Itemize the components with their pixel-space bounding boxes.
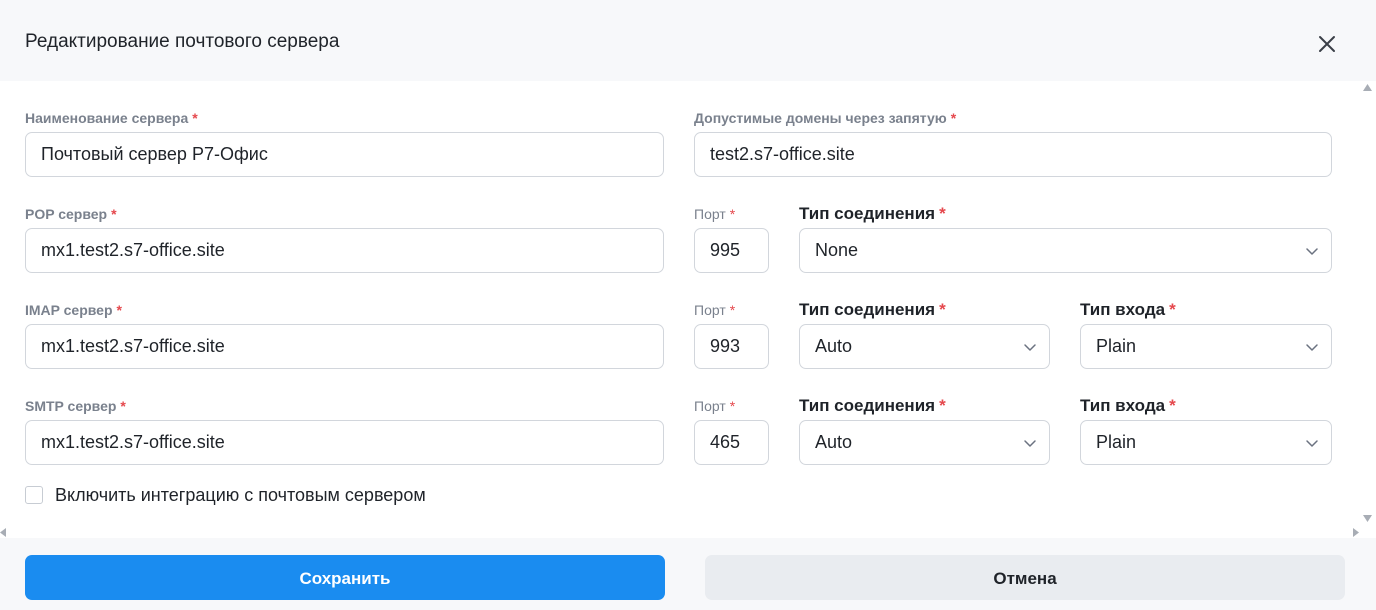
imap-connection-label: Тип соединения * <box>799 300 946 319</box>
scroll-down-icon[interactable] <box>1363 515 1372 522</box>
dialog-header: Редактирование почтового сервера <box>0 0 1376 81</box>
smtp-connection-value: Auto <box>815 432 853 452</box>
smtp-port-input[interactable]: 465 <box>694 420 769 465</box>
pop-port-label: Порт * <box>694 206 736 222</box>
chevron-down-icon <box>1306 248 1318 255</box>
dialog-title: Редактирование почтового сервера <box>25 31 340 52</box>
integration-toggle[interactable]: Включить интеграцию с почтовым сервером <box>25 484 426 506</box>
integration-label: Включить интеграцию с почтовым сервером <box>55 484 426 505</box>
scroll-up-icon[interactable] <box>1363 84 1372 91</box>
pop-server-label: POP сервер * <box>25 206 117 222</box>
scroll-right-icon[interactable] <box>1353 528 1359 537</box>
imap-login-value: Plain <box>1096 336 1137 356</box>
imap-server-input[interactable]: mx1.test2.s7-office.site <box>25 324 664 369</box>
domains-label: Допустимые домены через запятую * <box>694 110 957 126</box>
server-name-input[interactable]: Почтовый сервер Р7-Офис <box>25 132 664 177</box>
chevron-down-icon <box>1306 344 1318 351</box>
imap-server-label: IMAP сервер * <box>25 302 122 318</box>
server-name-label: Наименование сервера * <box>25 110 198 126</box>
smtp-connection-select[interactable]: Auto <box>799 420 1050 465</box>
imap-login-select[interactable]: Plain <box>1080 324 1332 369</box>
close-icon <box>1319 36 1335 52</box>
imap-connection-select[interactable]: Auto <box>799 324 1050 369</box>
imap-port-input[interactable]: 993 <box>694 324 769 369</box>
pop-port-input[interactable]: 995 <box>694 228 769 273</box>
close-button[interactable] <box>1314 31 1340 57</box>
smtp-server-label: SMTP сервер * <box>25 398 126 414</box>
smtp-login-value: Plain <box>1096 432 1137 452</box>
pop-connection-select[interactable]: None <box>799 228 1332 273</box>
smtp-connection-label: Тип соединения * <box>799 396 946 415</box>
pop-server-input[interactable]: mx1.test2.s7-office.site <box>25 228 664 273</box>
pop-connection-label: Тип соединения * <box>799 204 946 223</box>
imap-port-label: Порт * <box>694 302 736 318</box>
integration-checkbox[interactable] <box>25 486 43 504</box>
scroll-left-icon[interactable] <box>0 528 6 537</box>
chevron-down-icon <box>1306 440 1318 447</box>
smtp-login-select[interactable]: Plain <box>1080 420 1332 465</box>
chevron-down-icon <box>1024 440 1036 447</box>
imap-connection-value: Auto <box>815 336 853 356</box>
smtp-port-label: Порт * <box>694 398 736 414</box>
pop-connection-value: None <box>815 240 859 260</box>
cancel-button[interactable]: Отмена <box>705 555 1345 600</box>
smtp-server-input[interactable]: mx1.test2.s7-office.site <box>25 420 664 465</box>
chevron-down-icon <box>1024 344 1036 351</box>
domains-input[interactable]: test2.s7-office.site <box>694 132 1332 177</box>
save-button[interactable]: Сохранить <box>25 555 665 600</box>
imap-login-label: Тип входа * <box>1080 300 1176 319</box>
smtp-login-label: Тип входа * <box>1080 396 1176 415</box>
